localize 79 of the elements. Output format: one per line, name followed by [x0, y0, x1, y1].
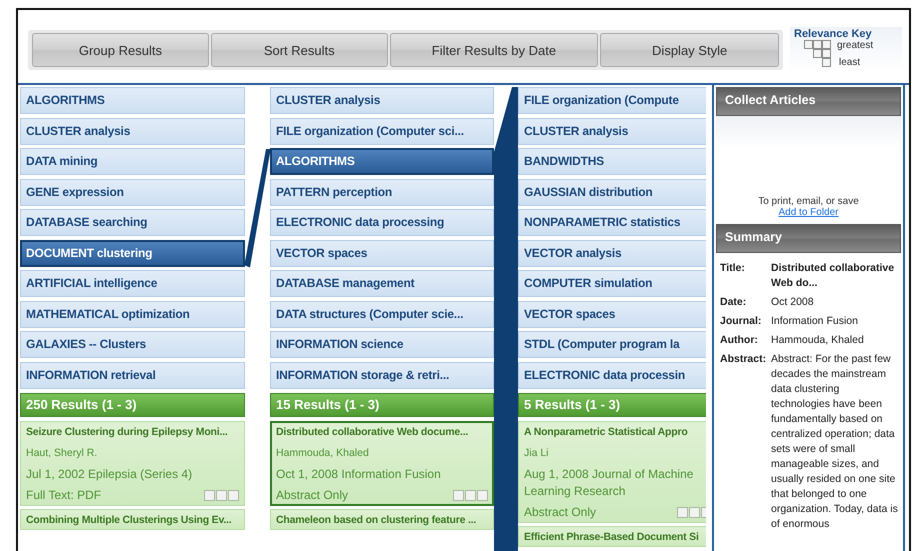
- term-item[interactable]: INFORMATION science: [270, 331, 494, 358]
- term-item[interactable]: MATHEMATICAL optimization: [20, 300, 245, 328]
- results-header: 15 Results (1 - 3): [270, 393, 494, 417]
- panel-header: Summary: [716, 224, 901, 253]
- result-card[interactable]: A Nonparametric Statistical Appro Jia Li Aug 1, 2008 Journal of Machine Learning Research Abstract Only: [518, 420, 706, 522]
- term-item[interactable]: INFORMATION retrieval: [20, 362, 245, 388]
- result-author: Haut, Sheryl R.: [26, 446, 98, 458]
- term-item[interactable]: DATABASE searching: [20, 209, 245, 236]
- result-author: Hammouda, Khaled: [276, 446, 370, 458]
- result-title[interactable]: Combining Multiple Clusterings Using Ev...: [26, 514, 239, 526]
- toolbar-button[interactable]: Display Style: [600, 33, 780, 67]
- term-item[interactable]: FILE organization (Compute: [518, 87, 706, 114]
- term-item[interactable]: PATTERN perception: [270, 178, 494, 206]
- term-item[interactable]: ARTIFICIAL intelligence: [20, 270, 245, 297]
- summary-label: Date:: [720, 295, 748, 310]
- term-item[interactable]: CLUSTER analysis: [270, 87, 494, 114]
- term-item[interactable]: COMPUTER simulation: [518, 270, 706, 297]
- term-item[interactable]: DATA mining: [20, 148, 245, 175]
- term-item[interactable]: ALGORITHMS: [20, 87, 245, 114]
- results-header: 250 Results (1 - 3): [20, 393, 245, 417]
- relevance-key-title: Relevance Key: [794, 28, 873, 40]
- relevance-squares-icon: [204, 490, 239, 500]
- term-item[interactable]: VECTOR spaces: [270, 240, 494, 266]
- summary-label: Abstract:: [720, 352, 768, 367]
- result-title[interactable]: A Nonparametric Statistical Appro: [524, 426, 706, 438]
- term-item[interactable]: GAUSSIAN distribution: [518, 178, 706, 206]
- term-item[interactable]: DOCUMENT clustering: [20, 240, 245, 266]
- term-item[interactable]: STDL (Computer program la: [518, 331, 706, 358]
- term-item[interactable]: CLUSTER analysis: [20, 118, 245, 144]
- term-item[interactable]: ALGORITHMS: [270, 148, 494, 175]
- result-card[interactable]: Distributed collaborative Web docume... Hammouda, Khaled Oct 1, 2008 Information Fusion Abstract Only: [270, 420, 494, 506]
- panel-header: Collect Articles: [716, 87, 901, 116]
- summary-label: Title:: [720, 261, 746, 276]
- relevance-squares-icon: [677, 506, 706, 518]
- term-item[interactable]: FILE organization (Computer sci...: [270, 118, 494, 144]
- relevance-squares-icon: [453, 490, 488, 500]
- result-access: Abstract Only: [276, 488, 348, 502]
- term-item[interactable]: INFORMATION storage & retri...: [270, 362, 494, 388]
- summary-value: Hammouda, Khaled: [771, 333, 865, 348]
- summary-label: Journal:: [720, 314, 762, 329]
- term-item[interactable]: ELECTRONIC data processing: [270, 209, 494, 236]
- result-source: Oct 1, 2008 Information Fusion: [276, 466, 442, 482]
- result-source: Aug 1, 2008 Journal of Machine Learning Research: [524, 466, 694, 500]
- toolbar-button[interactable]: Sort Results: [210, 33, 388, 67]
- relevance-scale-icon: [804, 40, 834, 68]
- summary-value: Distributed collaborative Web do...: [771, 261, 896, 291]
- toolbar-button[interactable]: Group Results: [32, 33, 209, 67]
- result-title[interactable]: Chameleon based on clustering feature ...: [276, 514, 488, 526]
- add-to-folder-link[interactable]: Add to Folder: [778, 207, 839, 218]
- result-card[interactable]: Chameleon based on clustering feature ...: [270, 509, 494, 530]
- term-item[interactable]: VECTOR spaces: [518, 300, 706, 328]
- term-item[interactable]: VECTOR analysis: [518, 240, 706, 266]
- toolbar-button[interactable]: Filter Results by Date: [390, 33, 598, 67]
- result-title[interactable]: Distributed collaborative Web docume...: [276, 426, 488, 438]
- relevance-least-label: least: [838, 57, 862, 68]
- term-item[interactable]: BANDWIDTHS: [518, 148, 706, 175]
- summary-label: Author:: [720, 333, 759, 348]
- summary-value: Abstract: For the past few decades the mainstream data clustering technologies have been fundamentally based on centralized operation; data sets were of small manageable sizes, and usually resided on one site that belonged to one organization. Today, data is of enormous: [771, 352, 899, 532]
- result-title[interactable]: Seizure Clustering during Epilepsy Moni...: [26, 426, 239, 438]
- relevance-greatest-label: greatest: [837, 40, 874, 51]
- term-item[interactable]: CLUSTER analysis: [518, 118, 706, 144]
- term-item[interactable]: GENE expression: [20, 178, 245, 206]
- term-item[interactable]: NONPARAMETRIC statistics: [518, 209, 706, 236]
- result-access: Abstract Only: [524, 504, 596, 518]
- collect-note: To print, email, or save: [758, 196, 859, 207]
- result-card[interactable]: Combining Multiple Clusterings Using Ev...: [20, 509, 245, 530]
- summary-value: Oct 2008: [771, 295, 815, 310]
- term-item[interactable]: DATA structures (Computer scie...: [270, 300, 494, 328]
- summary-value: Information Fusion: [771, 314, 859, 329]
- result-card[interactable]: Efficient Phrase-Based Document Si: [518, 526, 706, 547]
- results-header: 5 Results (1 - 3): [518, 393, 706, 417]
- result-title[interactable]: Efficient Phrase-Based Document Si: [524, 531, 706, 543]
- result-access: Full Text: PDF: [26, 488, 102, 502]
- term-item[interactable]: GALAXIES -- Clusters: [20, 331, 245, 358]
- result-card[interactable]: Seizure Clustering during Epilepsy Moni... Haut, Sheryl R. Jul 1, 2002 Epilepsia (Series 4) Full Text: PDF: [20, 420, 245, 506]
- result-author: Jia Li: [524, 446, 550, 458]
- term-item[interactable]: ELECTRONIC data processin: [518, 362, 706, 388]
- result-source: Jul 1, 2002 Epilepsia (Series 4): [26, 466, 194, 482]
- term-item[interactable]: DATABASE management: [270, 270, 494, 297]
